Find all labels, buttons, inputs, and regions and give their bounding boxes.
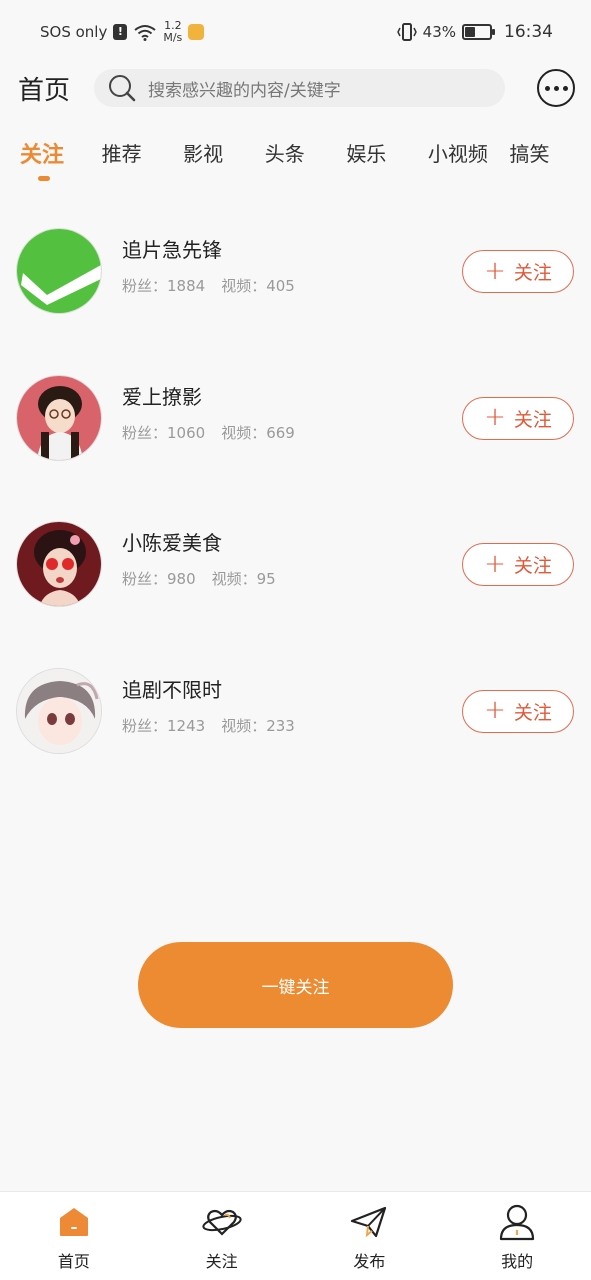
search-input[interactable]: 搜索感兴趣的内容/关键字 [94,69,505,107]
nav-item-publish[interactable]: 发布 [296,1192,444,1280]
header: 首页 搜索感兴趣的内容/关键字 [0,64,591,112]
nav-label: 我的 [501,1252,534,1271]
follow-button[interactable]: + 关注 [462,396,574,440]
carrier-text: SOS only [40,23,108,41]
nav-label: 发布 [353,1252,386,1271]
video-count: 视频：669 [221,423,295,442]
tab-recommend[interactable]: 推荐 [102,128,184,184]
plus-icon: + [484,402,506,432]
nav-item-follow[interactable]: 关注 [148,1192,296,1280]
follow-all-button[interactable]: 一键关注 [138,942,453,1028]
search-placeholder: 搜索感兴趣的内容/关键字 [148,80,341,101]
plus-icon: + [484,548,506,579]
category-tabs: 关注 推荐 影视 头条 娱乐 小视频 搞笑 [0,128,591,186]
video-count: 视频：233 [221,716,295,735]
user-icon [497,1202,537,1242]
page-title: 首页 [18,75,71,106]
avatar[interactable] [16,667,102,754]
video-count: 视频：405 [221,277,295,295]
home-icon [54,1202,94,1242]
nav-item-profile[interactable]: 我的 [443,1192,591,1280]
avatar[interactable] [16,521,102,607]
creator-name[interactable]: 爱上撩影 [122,381,295,410]
battery-percent: 43% [422,23,456,41]
fans-count: 粉丝：980 [122,570,196,588]
follow-button[interactable]: + 关注 [462,689,574,733]
clock: 16:34 [504,22,553,42]
network-speed: 1.2 M/s [163,19,183,44]
vibrate-icon [396,23,417,41]
list-item: 爱上撩影 粉丝：1060 视频：669 + 关注 [0,367,591,514]
avatar[interactable] [16,374,102,461]
more-dot [562,85,568,91]
bottom-nav: 首页 关注 发布 我的 [0,1191,591,1280]
list-item: 追剧不限时 粉丝：1243 视频：233 + 关注 [0,660,591,807]
list-item: 小陈爱美食 粉丝：980 视频：95 + 关注 [0,513,591,660]
plus-icon: + [484,695,506,725]
wifi-icon [134,25,156,41]
fans-count: 粉丝：1060 [122,423,206,442]
creator-list: 追片急先锋 粉丝：1884 视频：405 + 关注 爱上撩影 粉丝：1060 视… [0,220,591,806]
more-dot [553,85,559,91]
tab-short-video[interactable]: 小视频 [428,128,510,184]
paper-plane-icon [349,1202,389,1242]
search-icon [109,75,136,102]
tab-funny[interactable]: 搞笑 [509,128,591,184]
heart-planet-icon [201,1202,242,1242]
nav-item-home[interactable]: 首页 [0,1192,148,1280]
active-tab-indicator [38,176,50,181]
fans-count: 粉丝：1243 [122,716,206,735]
nav-label: 首页 [57,1252,90,1271]
battery-icon [462,24,495,40]
follow-button[interactable]: + 关注 [462,250,574,293]
more-dot [544,85,550,91]
creator-name[interactable]: 追剧不限时 [122,674,295,703]
tab-follow[interactable]: 关注 [20,128,102,184]
plus-icon: + [484,255,506,286]
tab-headlines[interactable]: 头条 [265,128,347,184]
tab-entertainment[interactable]: 娱乐 [346,128,428,184]
message-button[interactable] [537,69,575,107]
creator-name[interactable]: 追片急先锋 [122,234,295,263]
creator-name[interactable]: 小陈爱美食 [122,527,276,556]
follow-button[interactable]: + 关注 [462,543,574,586]
avatar[interactable] [16,228,102,314]
list-item: 追片急先锋 粉丝：1884 视频：405 + 关注 [0,220,591,367]
tab-film[interactable]: 影视 [183,128,265,184]
video-count: 视频：95 [211,570,276,588]
status-bar: SOS only ! 1.2 M/s 43% 16:34 [0,0,591,64]
notification-app-icon [188,24,205,40]
alert-icon: ! [113,24,128,40]
nav-label: 关注 [205,1252,238,1271]
fans-count: 粉丝：1884 [122,277,206,295]
